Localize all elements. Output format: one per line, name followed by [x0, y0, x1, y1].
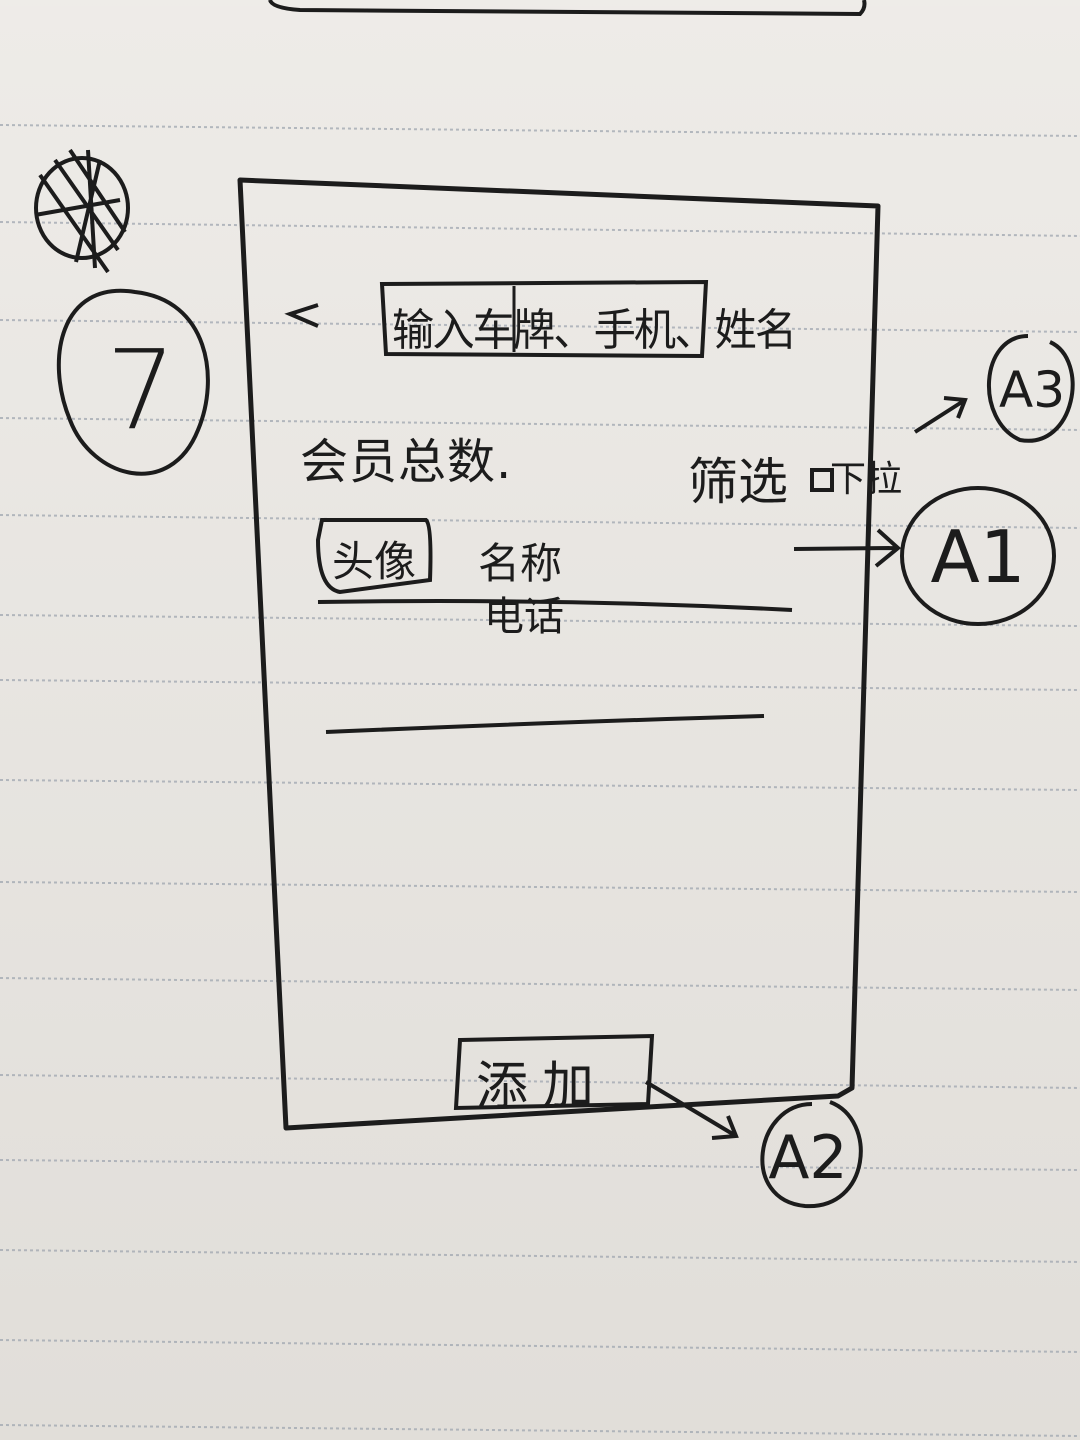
arrow-to-a2 — [644, 1080, 739, 1140]
annotation-a2: A2 — [768, 1123, 848, 1193]
search-input[interactable]: 输入车牌、手机、姓名 — [392, 294, 797, 358]
previous-frame-edge — [268, 0, 867, 17]
arrow-to-a3 — [913, 396, 968, 434]
member-total-label: 会员总数. — [300, 434, 513, 490]
row-divider-2 — [325, 714, 765, 734]
filter-dropdown-label: 筛选 — [688, 453, 788, 511]
filter-dropdown[interactable]: 筛选 下拉 — [688, 442, 918, 512]
filter-dropdown-suffix: 下拉 — [830, 459, 903, 500]
scribble-mark — [34, 148, 130, 274]
add-button[interactable]: 添加 — [476, 1044, 608, 1119]
annotation-a3: A3 — [998, 361, 1065, 419]
sketch-drawing — [0, 0, 1080, 1437]
annotation-a1: A1 — [930, 515, 1026, 599]
member-name: 名称 — [478, 539, 563, 588]
screen-number: 7 — [106, 326, 176, 454]
arrow-to-a1 — [793, 528, 902, 568]
checkbox-square-icon — [812, 470, 832, 490]
back-icon[interactable] — [282, 292, 326, 336]
member-phone: 电话 — [484, 594, 564, 640]
avatar: 头像 — [332, 537, 417, 586]
